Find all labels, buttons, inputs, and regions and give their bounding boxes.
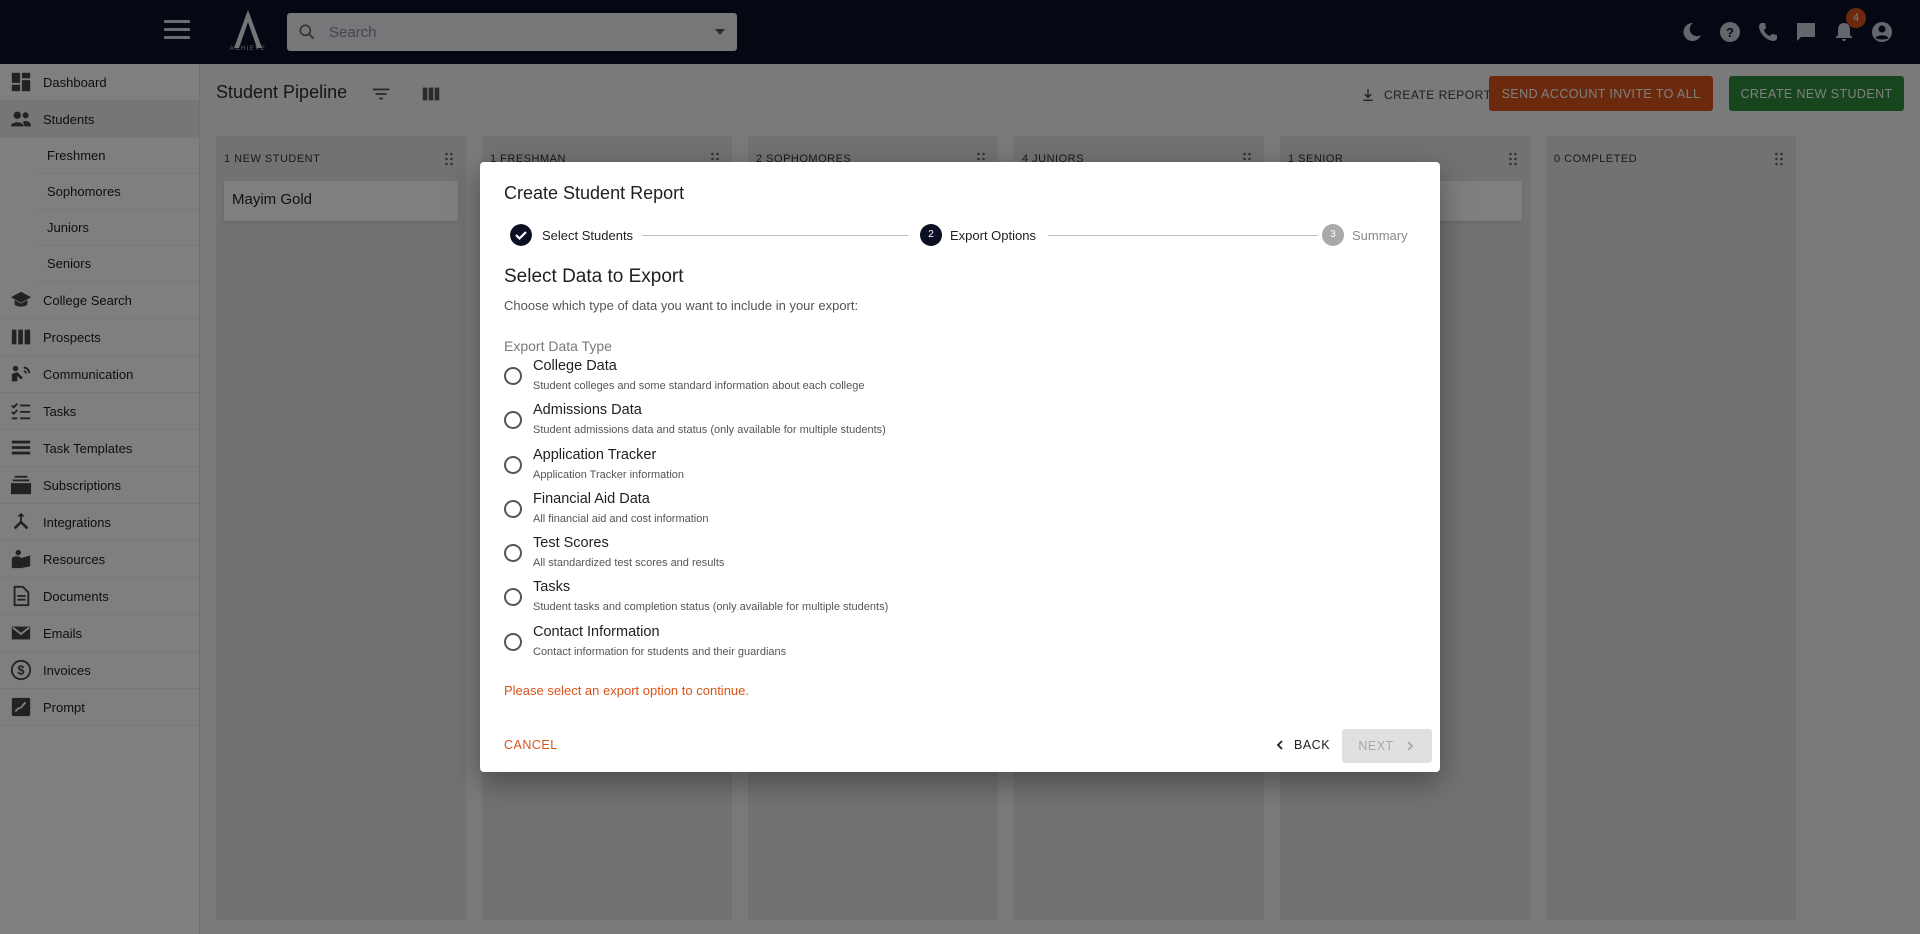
section-title: Select Data to Export — [504, 266, 684, 287]
option-tasks[interactable]: Tasks Student tasks and completion statu… — [504, 579, 1104, 623]
back-button[interactable]: BACK — [1266, 730, 1338, 760]
option-description: Application Tracker information — [533, 469, 685, 481]
radio-button[interactable] — [504, 456, 522, 474]
option-label: Contact Information — [533, 624, 660, 640]
option-test-scores[interactable]: Test Scores All standardized test scores… — [504, 535, 1104, 579]
radio-button[interactable] — [504, 588, 522, 606]
option-financial-aid-data[interactable]: Financial Aid Data All financial aid and… — [504, 491, 1104, 535]
radio-button[interactable] — [504, 633, 522, 651]
option-description: Contact information for students and the… — [533, 646, 787, 658]
step-connector — [642, 235, 908, 236]
radio-button[interactable] — [504, 367, 522, 385]
step-complete-check-icon — [510, 224, 532, 246]
chevron-left-icon — [1276, 740, 1283, 750]
step-connector — [1048, 235, 1318, 236]
option-label: Test Scores — [533, 535, 609, 551]
step-number-badge: 3 — [1322, 224, 1344, 246]
cancel-button[interactable]: CANCEL — [496, 730, 566, 760]
option-label: College Data — [533, 358, 617, 374]
step-select-students: Select Students — [542, 228, 634, 243]
next-button: NEXT — [1342, 729, 1432, 763]
step-number-badge: 2 — [920, 224, 942, 246]
radio-button[interactable] — [504, 500, 522, 518]
stepper: Select Students 2 Export Options 3 Summa… — [510, 224, 1408, 248]
option-application-tracker[interactable]: Application Tracker Application Tracker … — [504, 447, 1104, 491]
section-description: Choose which type of data you want to in… — [504, 298, 859, 313]
create-report-dialog: Create Student Report Select Students 2 … — [480, 162, 1440, 772]
radio-button[interactable] — [504, 544, 522, 562]
option-contact-information[interactable]: Contact Information Contact information … — [504, 624, 1104, 668]
option-description: Student colleges and some standard infor… — [533, 380, 865, 392]
dialog-title: Create Student Report — [504, 183, 685, 203]
option-college-data[interactable]: College Data Student colleges and some s… — [504, 358, 1104, 402]
option-admissions-data[interactable]: Admissions Data Student admissions data … — [504, 402, 1104, 446]
option-description: Student tasks and completion status (onl… — [533, 601, 889, 613]
next-label: NEXT — [1358, 739, 1394, 753]
back-label: BACK — [1294, 738, 1331, 752]
chevron-right-icon — [1407, 741, 1413, 751]
option-label: Financial Aid Data — [533, 491, 650, 507]
option-label: Application Tracker — [533, 447, 657, 463]
radio-button[interactable] — [504, 411, 522, 429]
option-description: All standardized test scores and results — [533, 557, 725, 569]
option-label: Tasks — [533, 579, 571, 595]
step-export-options: Export Options — [950, 228, 1036, 243]
export-data-type-legend: Export Data Type — [504, 338, 612, 354]
option-description: All financial aid and cost information — [533, 513, 709, 525]
option-label: Admissions Data — [533, 402, 642, 418]
validation-warning: Please select an export option to contin… — [504, 683, 749, 698]
step-summary: Summary — [1352, 228, 1408, 243]
option-description: Student admissions data and status (only… — [533, 424, 886, 436]
